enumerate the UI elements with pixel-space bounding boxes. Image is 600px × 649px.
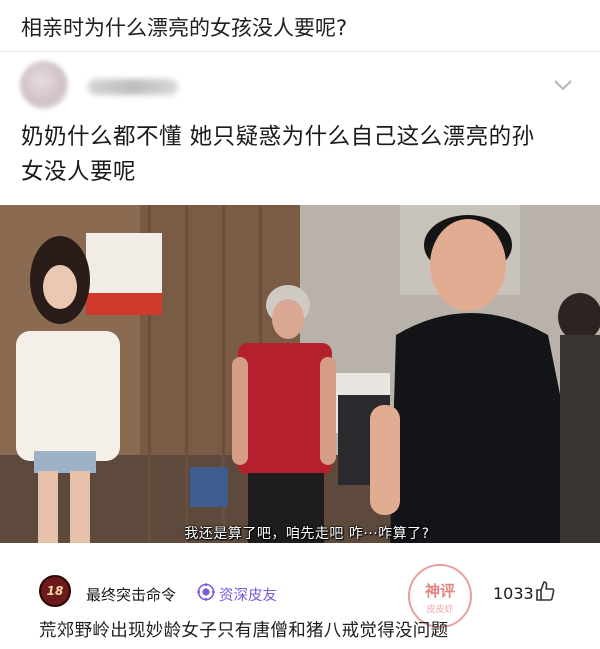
answer-text: 奶奶什么都不懂 她只疑惑为什么自己这么漂亮的孙 女没人要呢 [21,120,586,190]
commenter-name[interactable]: 最终突击命令 [86,584,176,605]
answer-text-line-2: 女没人要呢 [21,159,137,185]
author-avatar-blurred[interactable] [20,61,68,109]
video-screenshot[interactable]: 我还是算了吧，咱先走吧 咋···咋算了? [0,205,600,543]
stamp-subtext: 皮皮虾 [426,605,454,615]
question-header[interactable]: 相亲时为什么漂亮的女孩没人要呢? [0,0,600,52]
video-scene-image [0,205,600,543]
comment-text: 荒郊野岭出现妙龄女子只有唐僧和猪八戒觉得没问题 [39,621,449,641]
chevron-down-icon[interactable] [553,75,573,95]
author-row[interactable] [0,53,600,111]
thumbs-up-icon[interactable] [535,580,555,602]
answer-text-line-1: 奶奶什么都不懂 她只疑惑为什么自己这么漂亮的孙 [21,124,535,150]
answer-card: 奶奶什么都不懂 她只疑惑为什么自己这么漂亮的孙 女没人要呢 我还是算了吧，咱先走… [0,53,600,649]
question-title[interactable]: 相亲时为什么漂亮的女孩没人要呢? [21,12,347,42]
top-comment[interactable]: 18 最终突击命令 资深皮友 神评 皮皮虾 1033 荒郊野岭出现妙龄女子只有唐… [0,553,600,649]
like-count: 1033 [493,584,534,603]
author-name-blurred [88,79,178,95]
user-badge-label: 资深皮友 [219,588,277,604]
commenter-avatar[interactable]: 18 [39,575,71,607]
stamp-text: 神评 [424,582,455,600]
video-subtitle: 我还是算了吧，咱先走吧 咋···咋算了? [184,526,430,542]
purple-badge-icon [197,583,215,601]
